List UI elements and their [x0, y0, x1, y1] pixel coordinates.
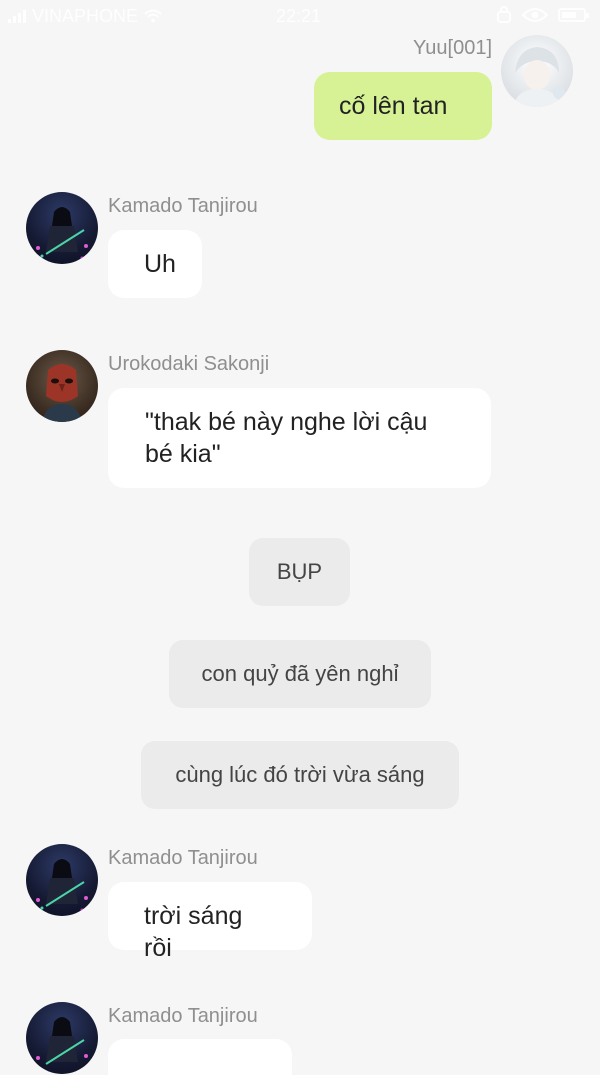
system-message: con quỷ đã yên nghỉ — [169, 640, 431, 708]
sender-name: Urokodaki Sakonji — [108, 353, 270, 375]
avatar-image — [42, 364, 82, 422]
message-bubble[interactable]: trời sáng rồi — [108, 882, 312, 962]
status-bar: VINAPHONE 22:21 — [0, 0, 600, 32]
avatar[interactable] — [26, 1002, 98, 1074]
sender-name: Yuu[001] — [413, 37, 492, 59]
carrier-label: VINAPHONE — [32, 6, 139, 26]
avatar-image — [36, 1017, 88, 1065]
status-bar-right — [496, 6, 589, 24]
avatar-image — [36, 859, 88, 912]
sender-name: Kamado Tanjirou — [108, 195, 258, 217]
eye-icon — [522, 8, 548, 22]
signal-icon — [8, 9, 26, 23]
message-bubble[interactable] — [108, 1039, 292, 1075]
message-bubble[interactable]: cố lên tan — [314, 72, 492, 140]
message-bubble[interactable]: "thak bé này nghe lời cậu bé kia" — [108, 388, 491, 488]
battery-icon — [558, 8, 589, 22]
avatar[interactable] — [501, 35, 573, 107]
status-bar-left: VINAPHONE — [8, 0, 162, 32]
alarm-icon — [497, 6, 511, 23]
avatar-image — [513, 47, 565, 107]
wifi-icon — [144, 9, 162, 23]
system-message: BỤP — [249, 538, 350, 606]
message-bubble[interactable]: Uh — [108, 230, 202, 298]
avatar[interactable] — [26, 192, 98, 264]
clock: 22:21 — [276, 6, 322, 26]
avatar[interactable] — [26, 350, 98, 422]
avatar[interactable] — [26, 844, 98, 916]
sender-name: Kamado Tanjirou — [108, 847, 258, 869]
avatar-image — [36, 207, 88, 260]
battery-level — [562, 12, 576, 18]
sender-name: Kamado Tanjirou — [108, 1005, 258, 1027]
system-message: cùng lúc đó trời vừa sáng — [141, 741, 459, 809]
